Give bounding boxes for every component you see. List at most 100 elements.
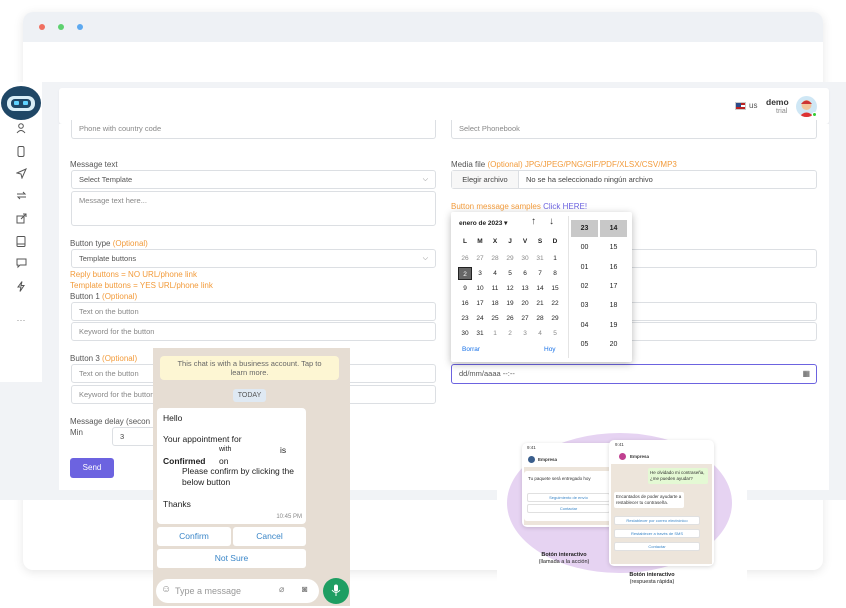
calendar-day[interactable]: 25 — [488, 312, 502, 325]
phone-input[interactable]: Phone with country code — [71, 120, 436, 139]
calendar-day[interactable]: 20 — [518, 297, 532, 310]
calendar-day[interactable]: 6 — [518, 267, 532, 280]
minute-option[interactable]: 19 — [600, 317, 627, 334]
calendar-day[interactable]: 5 — [548, 327, 562, 340]
calendar-day[interactable]: 9 — [458, 282, 472, 295]
minute-option[interactable]: 14 — [600, 220, 627, 237]
calendar-day[interactable]: 24 — [473, 312, 487, 325]
lightning-icon[interactable] — [12, 281, 30, 295]
minute-option[interactable]: 15 — [600, 239, 627, 256]
calendar-day[interactable]: 27 — [473, 252, 487, 265]
cancel-button[interactable]: Cancel — [233, 527, 306, 546]
attach-icon[interactable]: ⌀ — [279, 584, 284, 595]
phone2-sms-button[interactable]: Restablecer a través de SMS — [614, 529, 700, 538]
send-button[interactable]: Send — [70, 458, 114, 478]
phone2-contact-button[interactable]: Contactar — [614, 542, 700, 551]
calendar-day[interactable]: 29 — [503, 252, 517, 265]
message-compose-bar[interactable]: ☺ Type a message ⌀ ◙ — [156, 579, 319, 603]
hour-option[interactable]: 00 — [571, 239, 598, 256]
minute-option[interactable]: 17 — [600, 278, 627, 295]
calendar-day[interactable]: 28 — [488, 252, 502, 265]
minute-option[interactable]: 16 — [600, 259, 627, 276]
calendar-day[interactable]: 26 — [503, 312, 517, 325]
minute-option[interactable]: 20 — [600, 336, 627, 353]
calendar-day[interactable]: 29 — [548, 312, 562, 325]
calendar-day[interactable]: 13 — [518, 282, 532, 295]
calendar-day[interactable]: 1 — [548, 252, 562, 265]
schedule-datetime-input[interactable]: dd/mm/aaaa --:-- ▦ — [451, 364, 817, 384]
calendar-day[interactable]: 4 — [488, 267, 502, 280]
calendar-day[interactable]: 22 — [548, 297, 562, 310]
external-link-icon[interactable] — [12, 213, 30, 227]
button1-text-input[interactable]: Text on the button — [71, 302, 436, 321]
click-here-link[interactable]: Click HERE! — [543, 202, 587, 211]
phone-icon[interactable] — [12, 146, 30, 160]
phone1-tracking-button[interactable]: Seguimiento de envío — [527, 493, 610, 502]
clear-date-button[interactable]: Borrar — [462, 346, 480, 353]
calendar-day[interactable]: 2 — [458, 267, 472, 280]
calendar-day[interactable]: 3 — [473, 267, 487, 280]
minimize-dot[interactable] — [77, 24, 83, 30]
more-icon[interactable]: ··· — [12, 313, 30, 327]
hour-option[interactable]: 03 — [571, 297, 598, 314]
hour-option[interactable]: 01 — [571, 259, 598, 276]
calendar-day[interactable]: 19 — [503, 297, 517, 310]
arrow-up-icon[interactable]: ↑ — [531, 216, 536, 227]
microphone-icon[interactable] — [323, 578, 349, 604]
hour-option[interactable]: 04 — [571, 317, 598, 334]
calendar-month[interactable]: enero de 2023 ▾ — [459, 219, 507, 227]
calendar-day[interactable]: 12 — [503, 282, 517, 295]
calendar-day[interactable]: 4 — [533, 327, 547, 340]
user-icon[interactable] — [12, 123, 30, 137]
calendar-day[interactable]: 5 — [503, 267, 517, 280]
calendar-day[interactable]: 16 — [458, 297, 472, 310]
calendar-day[interactable]: 26 — [458, 252, 472, 265]
hour-option[interactable]: 23 — [571, 220, 598, 237]
camera-icon[interactable]: ◙ — [302, 584, 307, 594]
calendar-day[interactable]: 8 — [548, 267, 562, 280]
phonebook-select[interactable]: Select Phonebook — [451, 120, 817, 139]
hour-option[interactable]: 05 — [571, 336, 598, 353]
min-delay-input[interactable]: 3 — [112, 427, 157, 446]
calendar-day[interactable]: 2 — [503, 327, 517, 340]
calendar-day[interactable]: 30 — [518, 252, 532, 265]
button1-keyword-input[interactable]: Keyword for the button — [71, 322, 436, 341]
book-icon[interactable] — [12, 236, 30, 250]
confirm-button[interactable]: Confirm — [157, 527, 231, 546]
message-input[interactable]: Type a message — [175, 586, 241, 596]
send-icon[interactable] — [12, 168, 30, 182]
maximize-dot[interactable] — [58, 24, 64, 30]
calendar-day[interactable]: 30 — [458, 327, 472, 340]
calendar-day[interactable]: 31 — [533, 252, 547, 265]
calendar-day[interactable]: 31 — [473, 327, 487, 340]
message-textarea[interactable]: Message text here... — [71, 191, 436, 226]
calendar-icon[interactable]: ▦ — [802, 365, 810, 382]
calendar-day[interactable]: 10 — [473, 282, 487, 295]
minute-option[interactable]: 18 — [600, 297, 627, 314]
choose-file-button[interactable]: Elegir archivo — [452, 171, 519, 188]
calendar-day[interactable]: 23 — [458, 312, 472, 325]
calendar-day[interactable]: 7 — [533, 267, 547, 280]
chat-icon[interactable] — [12, 258, 30, 272]
calendar-day[interactable]: 27 — [518, 312, 532, 325]
calendar-day[interactable]: 17 — [473, 297, 487, 310]
calendar-day[interactable]: 14 — [533, 282, 547, 295]
phone1-contact-button[interactable]: Contactar — [527, 504, 610, 513]
emoji-icon[interactable]: ☺ — [161, 584, 171, 595]
repeat-icon[interactable] — [12, 190, 30, 204]
arrow-down-icon[interactable]: ↓ — [549, 216, 554, 227]
calendar-day[interactable]: 15 — [548, 282, 562, 295]
calendar-day[interactable]: 3 — [518, 327, 532, 340]
phone2-email-button[interactable]: Restablecer por correo electrónico — [614, 516, 700, 525]
template-select[interactable]: Select Template ⌵ — [71, 170, 436, 189]
media-file-input[interactable]: Elegir archivo No se ha seleccionado nin… — [451, 170, 817, 189]
calendar-day[interactable]: 28 — [533, 312, 547, 325]
calendar-day[interactable]: 11 — [488, 282, 502, 295]
calendar-day[interactable]: 1 — [488, 327, 502, 340]
close-dot[interactable] — [39, 24, 45, 30]
robot-logo-icon[interactable] — [1, 86, 41, 120]
today-button[interactable]: Hoy — [544, 346, 556, 353]
language-label[interactable]: us — [749, 101, 757, 110]
button-type-select[interactable]: Template buttons ⌵ — [71, 249, 436, 268]
hour-option[interactable]: 02 — [571, 278, 598, 295]
